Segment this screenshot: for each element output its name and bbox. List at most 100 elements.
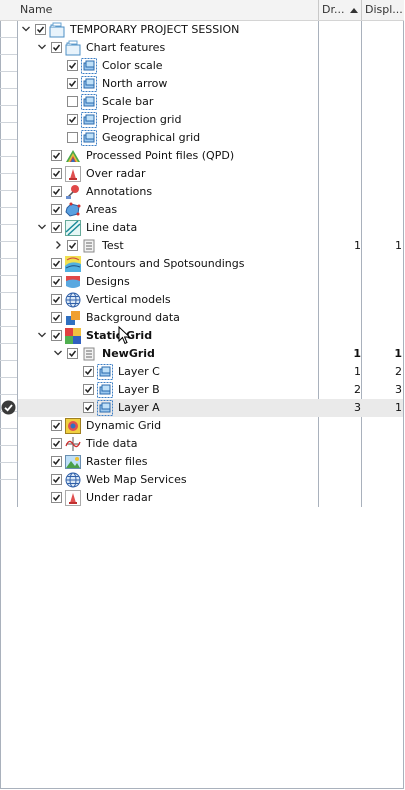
visibility-checkbox[interactable] xyxy=(51,456,62,467)
visibility-checkbox[interactable] xyxy=(51,42,62,53)
tree-row-label: Chart features xyxy=(86,41,166,54)
display-value: 1 xyxy=(395,401,402,414)
tree-row-over-radar[interactable]: Over radar xyxy=(18,165,403,183)
visibility-checkbox[interactable] xyxy=(83,384,94,395)
tree-row-designs[interactable]: Designs xyxy=(18,273,403,291)
visibility-checkbox[interactable] xyxy=(51,150,62,161)
visibility-checkbox[interactable] xyxy=(51,258,62,269)
visibility-checkbox[interactable] xyxy=(67,114,78,125)
tree-row-tide-data[interactable]: Tide data xyxy=(18,435,403,453)
list-icon xyxy=(81,346,97,362)
visibility-checkbox[interactable] xyxy=(35,24,46,35)
row-indicator-cell xyxy=(0,191,17,208)
display-value: 2 xyxy=(395,365,402,378)
tree-row-newgrid[interactable]: NewGrid 1 1 xyxy=(18,345,403,363)
display-column-header[interactable]: Displ... xyxy=(365,0,403,20)
visibility-checkbox[interactable] xyxy=(51,474,62,485)
draw-order-value xyxy=(341,111,361,129)
tree-row-raster-files[interactable]: Raster files xyxy=(18,453,403,471)
tree-row-layer-c[interactable]: Layer C 1 2 xyxy=(18,363,403,381)
qpd-icon xyxy=(65,148,81,164)
display-value xyxy=(382,327,402,345)
visibility-checkbox[interactable] xyxy=(51,438,62,449)
background-icon xyxy=(65,310,81,326)
visibility-checkbox[interactable] xyxy=(51,168,62,179)
layer-icon xyxy=(97,400,113,416)
tree-row-static-grid[interactable]: Static Grid xyxy=(18,327,403,345)
visibility-checkbox[interactable] xyxy=(51,222,62,233)
visibility-checkbox[interactable] xyxy=(67,96,78,107)
tree-row-under-radar[interactable]: Under radar xyxy=(18,489,403,507)
tree-row-vertical-models[interactable]: Vertical models xyxy=(18,291,403,309)
row-indicator-cell xyxy=(0,55,17,72)
radar-icon xyxy=(65,166,81,182)
column-divider[interactable] xyxy=(318,0,319,20)
visibility-checkbox[interactable] xyxy=(67,60,78,71)
tree-row-root[interactable]: TEMPORARY PROJECT SESSION xyxy=(18,21,403,39)
row-indicator-cell xyxy=(0,310,17,327)
chevron-down-icon[interactable] xyxy=(37,42,47,52)
tree-row-layer-a[interactable]: Layer A 3 1 xyxy=(18,399,403,417)
visibility-checkbox[interactable] xyxy=(51,186,62,197)
tree-row-chart-features[interactable]: Chart features xyxy=(18,39,403,57)
draw-order-value xyxy=(341,255,361,273)
layer-icon xyxy=(81,130,97,146)
draw-order-value: 2 xyxy=(354,383,361,396)
draw-order-column-header[interactable]: Dr... xyxy=(322,0,359,20)
chevron-right-icon[interactable] xyxy=(53,240,63,250)
visibility-checkbox[interactable] xyxy=(83,402,94,413)
tree-row-layer-b[interactable]: Layer B 2 3 xyxy=(18,381,403,399)
visibility-checkbox[interactable] xyxy=(51,330,62,341)
column-divider[interactable] xyxy=(361,0,362,20)
row-indicator-cell xyxy=(0,242,17,259)
visibility-checkbox[interactable] xyxy=(67,78,78,89)
tree-row-label: Processed Point files (QPD) xyxy=(86,149,235,162)
tree-row-wms[interactable]: Web Map Services xyxy=(18,471,403,489)
chevron-down-icon[interactable] xyxy=(37,330,47,340)
checkmark-icon xyxy=(52,278,61,285)
row-indicator-cell xyxy=(0,21,17,38)
display-value xyxy=(382,39,402,57)
tree-row-background-data[interactable]: Background data xyxy=(18,309,403,327)
tree-row-geographical-grid[interactable]: Geographical grid xyxy=(18,129,403,147)
chevron-down-icon[interactable] xyxy=(53,348,63,358)
tree-row-annotations[interactable]: Annotations xyxy=(18,183,403,201)
draw-order-value xyxy=(341,75,361,93)
designs-icon xyxy=(65,274,81,290)
draw-order-value: 3 xyxy=(354,401,361,414)
visibility-checkbox[interactable] xyxy=(51,492,62,503)
mouse-pointer-icon xyxy=(118,326,131,345)
tree-row-areas[interactable]: Areas xyxy=(18,201,403,219)
tree-row-line-data[interactable]: Line data xyxy=(18,219,403,237)
display-value xyxy=(382,219,402,237)
tree-row-color-scale[interactable]: Color scale xyxy=(18,57,403,75)
visibility-checkbox[interactable] xyxy=(67,240,78,251)
tree-row-projection-grid[interactable]: Projection grid xyxy=(18,111,403,129)
folder-icon xyxy=(65,40,81,56)
draw-order-value xyxy=(341,147,361,165)
visibility-checkbox[interactable] xyxy=(67,348,78,359)
globe-icon xyxy=(65,472,81,488)
draw-order-value xyxy=(341,21,361,39)
visibility-checkbox[interactable] xyxy=(67,132,78,143)
visibility-checkbox[interactable] xyxy=(51,204,62,215)
visibility-checkbox[interactable] xyxy=(51,276,62,287)
tree-row-test[interactable]: Test 1 1 xyxy=(18,237,403,255)
chevron-down-icon[interactable] xyxy=(37,222,47,232)
visibility-checkbox[interactable] xyxy=(83,366,94,377)
tree-row-contours[interactable]: Contours and Spotsoundings xyxy=(18,255,403,273)
tree-row-qpd[interactable]: Processed Point files (QPD) xyxy=(18,147,403,165)
tree-row-dynamic-grid[interactable]: Dynamic Grid xyxy=(18,417,403,435)
visibility-checkbox[interactable] xyxy=(51,294,62,305)
row-indicator-cell xyxy=(0,344,17,361)
draw-order-value xyxy=(341,183,361,201)
tree-row-north-arrow[interactable]: North arrow xyxy=(18,75,403,93)
chevron-down-icon[interactable] xyxy=(21,24,31,34)
visibility-checkbox[interactable] xyxy=(51,420,62,431)
draw-order-value xyxy=(341,471,361,489)
draw-order-value xyxy=(341,435,361,453)
visibility-checkbox[interactable] xyxy=(51,312,62,323)
draw-order-value xyxy=(341,453,361,471)
tree-row-scale-bar[interactable]: Scale bar xyxy=(18,93,403,111)
name-column-header[interactable]: Name xyxy=(20,0,52,20)
